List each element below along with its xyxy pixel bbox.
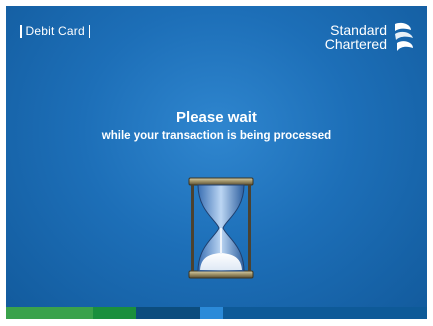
stripe-segment-4 [200,307,223,319]
stripe-segment-2 [93,307,136,319]
card-type-text: Debit Card [25,24,85,38]
wait-subtitle: while your transaction is being processe… [101,130,332,142]
hourglass-icon [188,177,254,279]
label-divider-right [88,24,91,38]
brand-name-line1: Standard [330,22,387,38]
stripe-segment-3 [136,307,200,319]
atm-screen: Debit Card Standard Chartered Please wai… [6,6,427,319]
label-divider-left [20,24,22,38]
standard-chartered-logo-icon [395,22,413,51]
wait-title: Please wait [176,109,257,126]
stripe-segment-5 [223,307,427,319]
brand-color-stripe [6,307,427,319]
stripe-segment-1 [6,307,93,319]
brand-name-line2: Chartered [324,36,387,52]
brand-logo: Standard Chartered [325,20,417,54]
card-type-label: Debit Card [20,24,91,38]
brand-name: Standard Chartered [325,23,387,51]
